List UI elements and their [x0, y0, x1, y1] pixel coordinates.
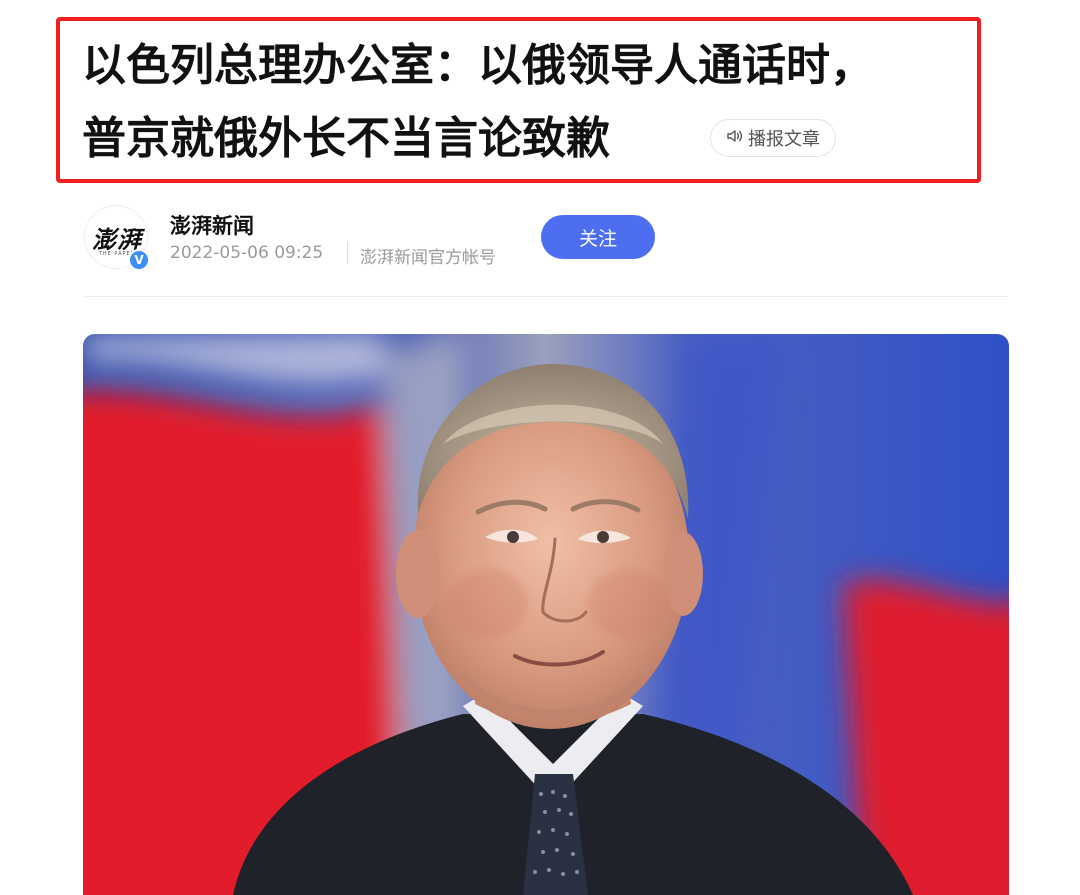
- article-image: [83, 334, 1009, 895]
- header-divider: [84, 296, 1008, 297]
- verified-mark: V: [134, 253, 144, 267]
- follow-button[interactable]: 关注: [541, 215, 655, 259]
- verified-badge-icon: V: [128, 249, 150, 271]
- article-page: 以色列总理办公室：以俄领导人通话时， 普京就俄外长不当言论致歉 播报文章 澎湃 …: [0, 0, 1080, 895]
- article-title-line-2: 普京就俄外长不当言论致歉: [82, 113, 610, 164]
- listen-article-button[interactable]: 播报文章: [710, 119, 836, 157]
- speaker-icon: [726, 127, 744, 150]
- account-description: 澎湃新闻官方帐号: [360, 248, 496, 268]
- listen-article-label: 播报文章: [748, 129, 820, 150]
- author-name[interactable]: 澎湃新闻: [170, 210, 254, 240]
- meta-divider: [347, 242, 348, 264]
- publish-time: 2022-05-06 09:25: [170, 243, 324, 263]
- article-image-graphic: [83, 334, 1009, 895]
- article-title-line-1: 以色列总理办公室：以俄领导人通话时，: [82, 40, 874, 91]
